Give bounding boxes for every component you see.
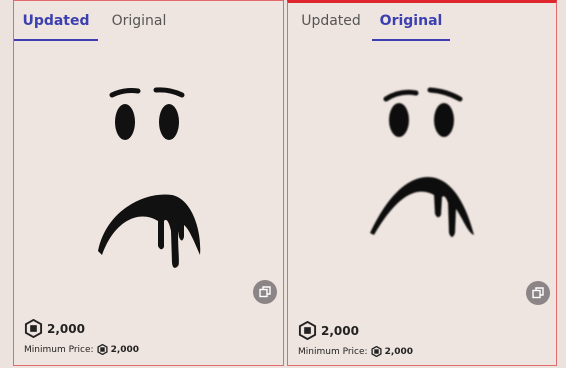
tab-original[interactable]: Original: [372, 1, 450, 41]
robux-icon: [371, 346, 382, 357]
item-preview-card-original: Updated Original 2,000 Minimum Price: 2,…: [287, 0, 557, 366]
minimum-price-label: Minimum Price:: [24, 344, 94, 355]
minimum-price: Minimum Price: 2,000: [298, 346, 413, 357]
minimum-price-value: 2,000: [384, 346, 414, 357]
price-value: 2,000: [47, 321, 85, 336]
item-preview-card-updated: Updated Original 2,000 Minimum Price: 2,…: [13, 0, 284, 366]
minimum-price-label: Minimum Price:: [298, 346, 368, 357]
copy-icon: [532, 287, 544, 299]
minimum-price-value: 2,000: [110, 344, 140, 355]
tab-original[interactable]: Original: [104, 1, 174, 41]
robux-icon: [97, 344, 108, 355]
price: 2,000: [24, 319, 85, 338]
price-value: 2,000: [321, 323, 359, 338]
copy-button[interactable]: [526, 281, 550, 305]
tab-updated[interactable]: Updated: [14, 1, 98, 41]
copy-icon: [259, 286, 271, 298]
price: 2,000: [298, 321, 359, 340]
robux-icon: [24, 319, 43, 338]
face-image: [98, 87, 201, 268]
tab-updated[interactable]: Updated: [292, 1, 370, 41]
robux-icon: [298, 321, 317, 340]
face-image: [370, 87, 474, 237]
preview-tabs: Updated Original: [288, 3, 556, 43]
minimum-price: Minimum Price: 2,000: [24, 344, 139, 355]
preview-tabs: Updated Original: [14, 1, 283, 41]
copy-button[interactable]: [253, 280, 277, 304]
